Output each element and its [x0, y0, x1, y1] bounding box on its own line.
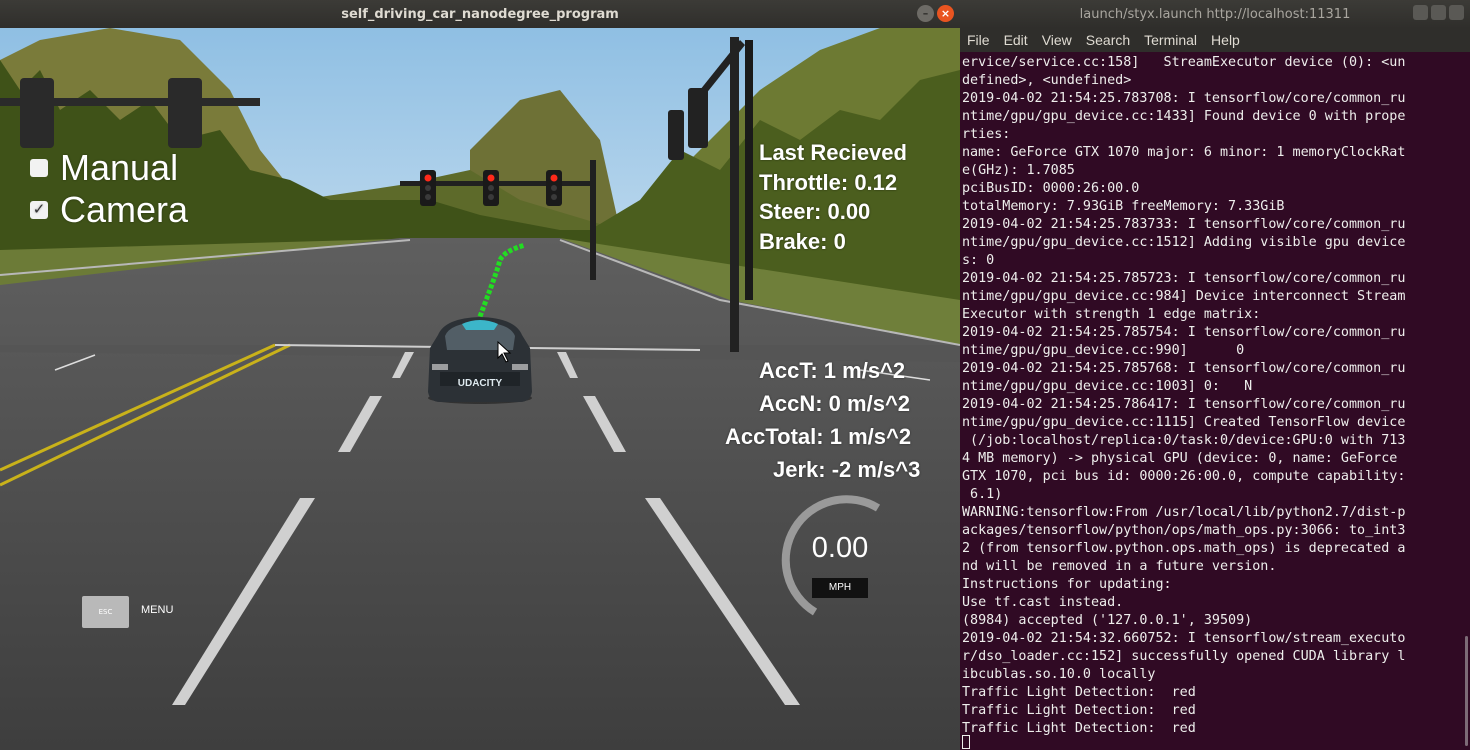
terminal-line: ntime/gpu/gpu_device.cc:1115] Created Te…: [962, 415, 1406, 430]
terminal-line: Traffic Light Detection: red: [962, 703, 1196, 718]
terminal-line: ntime/gpu/gpu_device.cc:984] Device inte…: [962, 289, 1406, 304]
terminal-output[interactable]: ervice/service.cc:158] StreamExecutor de…: [962, 54, 1462, 738]
terminal-line: 2019-04-02 21:54:25.783733: I tensorflow…: [962, 217, 1406, 232]
camera-checkbox[interactable]: ✓: [30, 201, 48, 219]
terminal-line: s: 0: [962, 253, 995, 268]
terminal-line: GTX 1070, pci bus id: 0000:26:00.0, comp…: [962, 469, 1406, 484]
terminal-line: 6.1): [962, 487, 1003, 502]
terminal-line: ntime/gpu/gpu_device.cc:1003] 0: N: [962, 379, 1253, 394]
terminal-scrollbar[interactable]: [1465, 636, 1468, 746]
terminal-line: (/job:localhost/replica:0/task:0/device:…: [962, 433, 1406, 448]
terminal-line: rties:: [962, 127, 1011, 142]
terminal-line: Traffic Light Detection: red: [962, 721, 1196, 736]
manual-checkbox-row[interactable]: Manual: [30, 147, 178, 189]
terminal-window[interactable]: launch/styx.launch http://localhost:1131…: [960, 0, 1470, 750]
terminal-line: totalMemory: 7.93GiB freeMemory: 7.33GiB: [962, 199, 1285, 214]
menu-view[interactable]: View: [1035, 32, 1079, 48]
steer-readout: Steer: 0.00: [759, 199, 871, 224]
terminal-line: WARNING:tensorflow:From /usr/local/lib/p…: [962, 505, 1406, 520]
menu-edit[interactable]: Edit: [997, 32, 1035, 48]
acc-t-readout: AccT: 1 m/s^2: [759, 358, 906, 383]
terminal-line: ervice/service.cc:158] StreamExecutor de…: [962, 55, 1406, 70]
terminal-maximize-button[interactable]: [1431, 5, 1446, 20]
menu-search[interactable]: Search: [1079, 32, 1137, 48]
car-brand-label: UDACITY: [458, 378, 503, 389]
manual-checkbox[interactable]: [30, 159, 48, 177]
minimize-button[interactable]: –: [917, 5, 934, 22]
terminal-line: Traffic Light Detection: red: [962, 685, 1196, 700]
terminal-line: (8984) accepted ('127.0.0.1', 39509): [962, 613, 1253, 628]
camera-label: Camera: [60, 189, 189, 230]
menu-file[interactable]: File: [960, 32, 997, 48]
terminal-line: 2019-04-02 21:54:25.786417: I tensorflow…: [962, 397, 1406, 412]
traffic-light-3: [546, 170, 562, 206]
terminal-line: 2019-04-02 21:54:25.783708: I tensorflow…: [962, 91, 1406, 106]
simulator-title: self_driving_car_nanodegree_program: [341, 6, 619, 22]
terminal-line: 2019-04-02 21:54:25.785723: I tensorflow…: [962, 271, 1406, 286]
simulator-titlebar[interactable]: self_driving_car_nanodegree_program – ×: [0, 0, 960, 28]
terminal-line: nd will be removed in a future version.: [962, 559, 1277, 574]
terminal-titlebar[interactable]: launch/styx.launch http://localhost:1131…: [960, 0, 1470, 28]
last-received-label: Last Recieved: [759, 140, 907, 165]
terminal-line: ntime/gpu/gpu_device.cc:1512] Adding vis…: [962, 235, 1406, 250]
throttle-readout: Throttle: 0.12: [759, 170, 898, 195]
terminal-line: e(GHz): 1.7085: [962, 163, 1075, 178]
terminal-line: ibcublas.so.10.0 locally: [962, 667, 1156, 682]
acc-total-readout: AccTotal: 1 m/s^2: [725, 424, 912, 449]
car: UDACITY: [428, 317, 532, 404]
terminal-minimize-button[interactable]: [1413, 5, 1428, 20]
terminal-line: ackages/tensorflow/python/ops/math_ops.p…: [962, 523, 1406, 538]
terminal-cursor: [962, 735, 970, 749]
speed-unit: MPH: [812, 578, 868, 598]
manual-label: Manual: [60, 147, 179, 188]
jerk-readout: Jerk: -2 m/s^3: [773, 457, 921, 482]
driving-scene: UDACITY: [0, 28, 960, 750]
terminal-line: 4 MB memory) -> physical GPU (device: 0,…: [962, 451, 1406, 466]
terminal-line: r/dso_loader.cc:152] successfully opened…: [962, 649, 1406, 664]
terminal-line: 2019-04-02 21:54:25.785754: I tensorflow…: [962, 325, 1406, 340]
simulator-window[interactable]: self_driving_car_nanodegree_program – ×: [0, 0, 960, 750]
menu-help[interactable]: Help: [1204, 32, 1247, 48]
terminal-line: pciBusID: 0000:26:00.0: [962, 181, 1140, 196]
traffic-light-2: [483, 170, 499, 206]
traffic-light-1: [420, 170, 436, 206]
speed-value: 0.00: [811, 532, 869, 564]
terminal-line: Executor with strength 1 edge matrix:: [962, 307, 1261, 322]
terminal-close-button[interactable]: [1449, 5, 1464, 20]
terminal-line: name: GeForce GTX 1070 major: 6 minor: 1…: [962, 145, 1406, 160]
esc-key-icon[interactable]: ESC: [82, 596, 129, 628]
menu-terminal[interactable]: Terminal: [1137, 32, 1204, 48]
brake-readout: Brake: 0: [759, 229, 846, 254]
terminal-line: Instructions for updating:: [962, 577, 1172, 592]
terminal-line: 2 (from tensorflow.python.ops.math_ops) …: [962, 541, 1406, 556]
terminal-title: launch/styx.launch http://localhost:1131…: [1079, 6, 1351, 22]
terminal-line: defined>, <undefined>: [962, 73, 1132, 88]
terminal-line: ntime/gpu/gpu_device.cc:990] 0: [962, 343, 1245, 358]
terminal-line: ntime/gpu/gpu_device.cc:1433] Found devi…: [962, 109, 1406, 124]
camera-checkbox-row[interactable]: ✓ Camera: [30, 189, 188, 231]
terminal-line: 2019-04-02 21:54:32.660752: I tensorflow…: [962, 631, 1406, 646]
menu-label[interactable]: MENU: [141, 604, 173, 616]
terminal-line: Use tf.cast instead.: [962, 595, 1124, 610]
terminal-menubar: File Edit View Search Terminal Help: [960, 28, 1470, 52]
close-button[interactable]: ×: [937, 5, 954, 22]
terminal-line: 2019-04-02 21:54:25.785768: I tensorflow…: [962, 361, 1406, 376]
acc-n-readout: AccN: 0 m/s^2: [759, 391, 911, 416]
